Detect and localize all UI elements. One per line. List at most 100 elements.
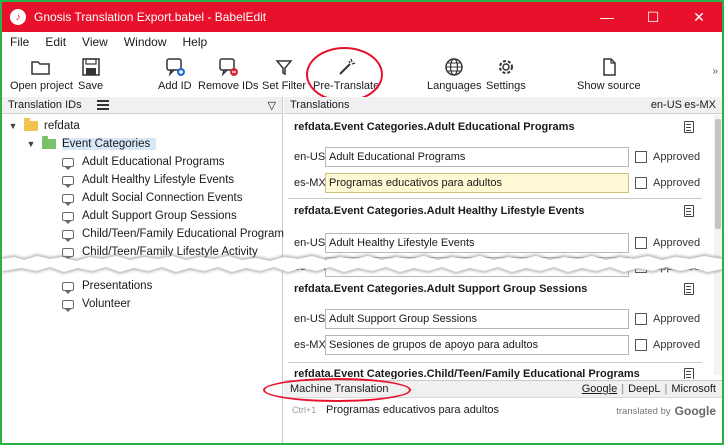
app-window: ♪ Gnosis Translation Export.babel - Babe… — [0, 0, 724, 445]
gear-icon — [498, 60, 513, 74]
globe-icon — [445, 58, 463, 76]
comment-note-icon[interactable] — [684, 283, 694, 295]
checkbox-icon — [635, 313, 647, 325]
tree-item[interactable]: Child/Teen/Family Educational Programs — [62, 225, 290, 243]
lang-label: en-US — [294, 237, 326, 249]
checkbox-icon — [635, 177, 647, 189]
tree-item[interactable]: Adult Educational Programs — [62, 153, 225, 171]
translation-id-title: refdata.Event Categories.Adult Support G… — [294, 283, 588, 295]
shortcut-hint: Ctrl+1 — [292, 405, 317, 415]
tree-item[interactable]: Presentations — [62, 277, 152, 295]
translation-id-title: refdata.Event Categories.Adult Healthy L… — [294, 205, 585, 217]
checkbox-icon — [635, 151, 647, 163]
maximize-button[interactable]: ☐ — [630, 2, 676, 32]
translation-credit: translated by Google — [616, 404, 716, 418]
scrollbar-thumb[interactable] — [715, 119, 721, 229]
language-column-es-mx[interactable]: es-MX — [684, 99, 716, 111]
remove-ids-button[interactable]: Remove IDs — [198, 56, 259, 92]
translation-id-title: refdata.Event Categories.Adult Education… — [294, 121, 575, 133]
folder-icon — [24, 118, 38, 131]
chevron-down-icon[interactable]: ▼ — [8, 121, 18, 131]
tree-item[interactable]: Adult Healthy Lifestyle Events — [62, 171, 234, 189]
show-source-button[interactable]: Show source — [577, 56, 641, 92]
translation-field[interactable]: Adult Healthy Lifestyle Events — [325, 233, 629, 253]
translation-id-icon — [62, 211, 74, 224]
comment-note-icon[interactable] — [684, 121, 694, 133]
lang-label: es-MX — [294, 339, 326, 351]
approved-checkbox[interactable]: Approved — [635, 339, 700, 351]
translation-id-icon — [62, 299, 74, 312]
menu-edit[interactable]: Edit — [37, 35, 74, 49]
minimize-button[interactable]: — — [584, 2, 630, 32]
machine-translation-suggestion[interactable]: Ctrl+1 Programas educativos para adultos… — [284, 400, 722, 422]
translation-field[interactable]: Adult Support Group Sessions — [325, 309, 629, 329]
google-logo: Google — [674, 404, 716, 418]
mt-provider-links: Google | DeepL | Microsoft — [582, 383, 716, 395]
add-id-button[interactable]: Add ID — [158, 56, 192, 92]
translation-field[interactable]: Programas educativos para adultos — [325, 173, 629, 193]
document-icon — [603, 58, 616, 76]
languages-button[interactable]: Languages — [427, 56, 481, 92]
close-button[interactable]: ✕ — [676, 2, 722, 32]
filter-icon — [275, 60, 293, 76]
checkbox-icon — [635, 237, 647, 249]
babeledit-logo-icon: ♪ — [10, 9, 26, 25]
machine-translation-highlight-ring — [263, 378, 411, 402]
menu-file[interactable]: File — [2, 35, 37, 49]
comment-note-icon[interactable] — [684, 368, 694, 379]
translations-header: Translations en-US es-MX — [284, 97, 722, 114]
floppy-disk-icon — [81, 58, 100, 76]
save-button[interactable]: Save — [78, 56, 103, 92]
menu-help[interactable]: Help — [175, 35, 216, 49]
lang-label: en-US — [294, 313, 326, 325]
translation-id-icon — [62, 193, 74, 206]
translation-card: refdata.Event Categories.Adult Education… — [288, 115, 702, 199]
comment-note-icon[interactable] — [684, 205, 694, 217]
tree-root-refdata[interactable]: ▼ refdata — [8, 117, 80, 135]
menu-window[interactable]: Window — [116, 35, 175, 49]
approved-checkbox[interactable]: Approved — [635, 237, 700, 249]
approved-checkbox[interactable]: Approved — [635, 313, 700, 325]
lang-label: es-MX — [294, 177, 326, 189]
settings-button[interactable]: Settings — [486, 56, 526, 92]
provider-google-link[interactable]: Google — [582, 383, 617, 395]
tree-item[interactable]: Volunteer — [62, 295, 131, 313]
translation-card: refdata.Event Categories.Child/Teen/Fami… — [288, 363, 702, 379]
set-filter-button[interactable]: Set Filter — [262, 56, 306, 92]
provider-deepl-link[interactable]: DeepL — [628, 383, 660, 395]
menu-bar: File Edit View Window Help — [2, 32, 722, 52]
approved-checkbox[interactable]: Approved — [635, 151, 700, 163]
provider-separator: | — [621, 383, 625, 395]
translation-field[interactable]: Sesiones de grupos de apoyo para adultos — [325, 335, 629, 355]
open-project-button[interactable]: Open project — [10, 56, 73, 92]
checkbox-icon — [635, 339, 647, 351]
folder-icon — [42, 136, 56, 149]
remove-id-icon — [219, 58, 239, 77]
translations-title: Translations — [290, 99, 350, 111]
window-title: Gnosis Translation Export.babel - BabelE… — [34, 10, 267, 24]
translation-card: refdata.Event Categories.Adult Support G… — [288, 277, 702, 363]
list-menu-icon[interactable] — [97, 100, 109, 110]
tree-folder-event-categories[interactable]: ▼ Event Categories — [26, 135, 157, 153]
menu-view[interactable]: View — [74, 35, 116, 49]
torn-edge-divider — [2, 254, 722, 274]
chevron-down-icon[interactable]: ▼ — [26, 139, 36, 149]
suggestion-text: Programas educativos para adultos — [326, 404, 500, 416]
provider-microsoft-link[interactable]: Microsoft — [671, 383, 716, 395]
approved-checkbox[interactable]: Approved — [635, 177, 700, 189]
window-controls: — ☐ ✕ — [584, 2, 722, 32]
lang-label: en-US — [294, 151, 326, 163]
tree-item[interactable]: Adult Support Group Sessions — [62, 207, 237, 225]
language-column-en-us[interactable]: en-US — [651, 99, 682, 111]
translation-id-icon — [62, 229, 74, 242]
tree-filter-icon[interactable]: ▽ — [268, 99, 276, 112]
translation-id-icon — [62, 281, 74, 294]
translation-id-icon — [62, 157, 74, 170]
translations-scrollbar[interactable] — [714, 115, 722, 375]
provider-separator: | — [664, 383, 668, 395]
folder-open-icon — [31, 61, 51, 75]
tree-item[interactable]: Adult Social Connection Events — [62, 189, 242, 207]
translation-field[interactable]: Adult Educational Programs — [325, 147, 629, 167]
toolbar-overflow-chevron-icon[interactable]: » — [712, 66, 718, 77]
pre-translate-highlight-ring — [306, 47, 383, 102]
